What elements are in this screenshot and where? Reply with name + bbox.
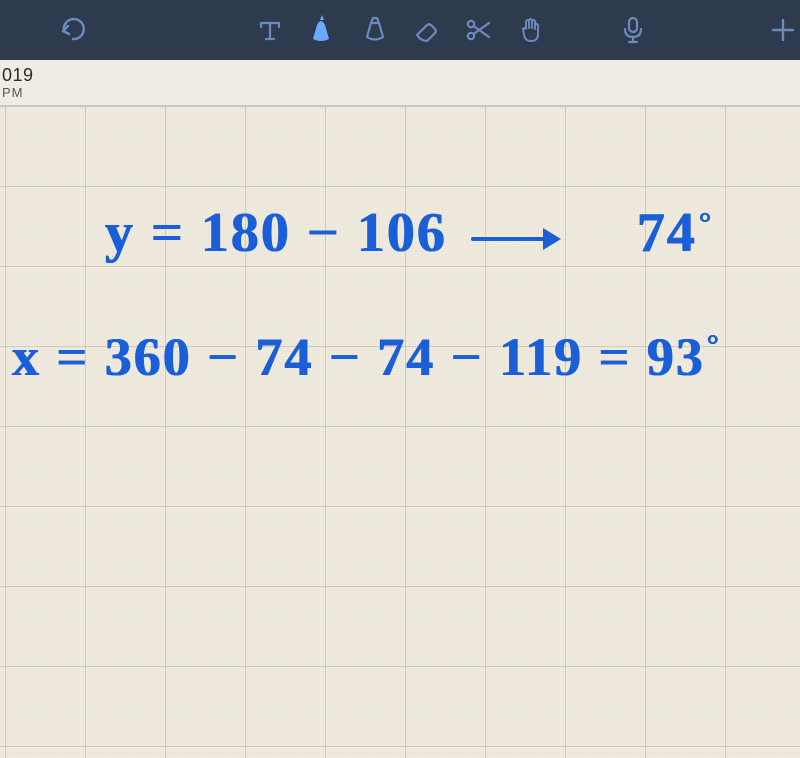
microphone-icon (620, 15, 646, 45)
handwriting-text: y = 180 − 106 (105, 202, 447, 264)
degree-symbol: ° (699, 206, 713, 240)
add-button[interactable] (766, 13, 800, 47)
scissors-icon (463, 15, 493, 45)
handwriting-text: x = 360 − 74 − 74 − 119 = 93 (12, 327, 705, 387)
top-toolbar (0, 0, 800, 60)
pen-tool-button[interactable] (305, 13, 339, 47)
handwriting-line-1: y = 180 − 106 74° (105, 201, 713, 265)
date-year-fragment: 019 (2, 66, 800, 84)
eraser-tool-button[interactable] (409, 13, 443, 47)
eraser-icon (411, 15, 441, 45)
plus-icon (769, 16, 797, 44)
highlighter-icon (359, 15, 389, 45)
lasso-hand-icon (515, 15, 545, 45)
handwriting-line-2: x = 360 − 74 − 74 − 119 = 93° (12, 326, 721, 388)
lasso-tool-button[interactable] (513, 13, 547, 47)
note-canvas[interactable]: y = 180 − 106 74° x = 360 − 74 − 74 − 11… (0, 106, 800, 758)
handwriting-text: 74 (637, 202, 697, 264)
degree-symbol: ° (707, 330, 721, 362)
date-strip: 019 PM (0, 60, 800, 106)
pen-icon (307, 15, 337, 45)
text-icon (256, 16, 284, 44)
undo-icon (57, 15, 87, 45)
microphone-button[interactable] (616, 13, 650, 47)
text-tool-button[interactable] (253, 13, 287, 47)
date-time-fragment: PM (2, 86, 800, 99)
arrow-icon (471, 228, 561, 248)
highlighter-tool-button[interactable] (357, 13, 391, 47)
undo-button[interactable] (55, 13, 89, 47)
scissors-tool-button[interactable] (461, 13, 495, 47)
